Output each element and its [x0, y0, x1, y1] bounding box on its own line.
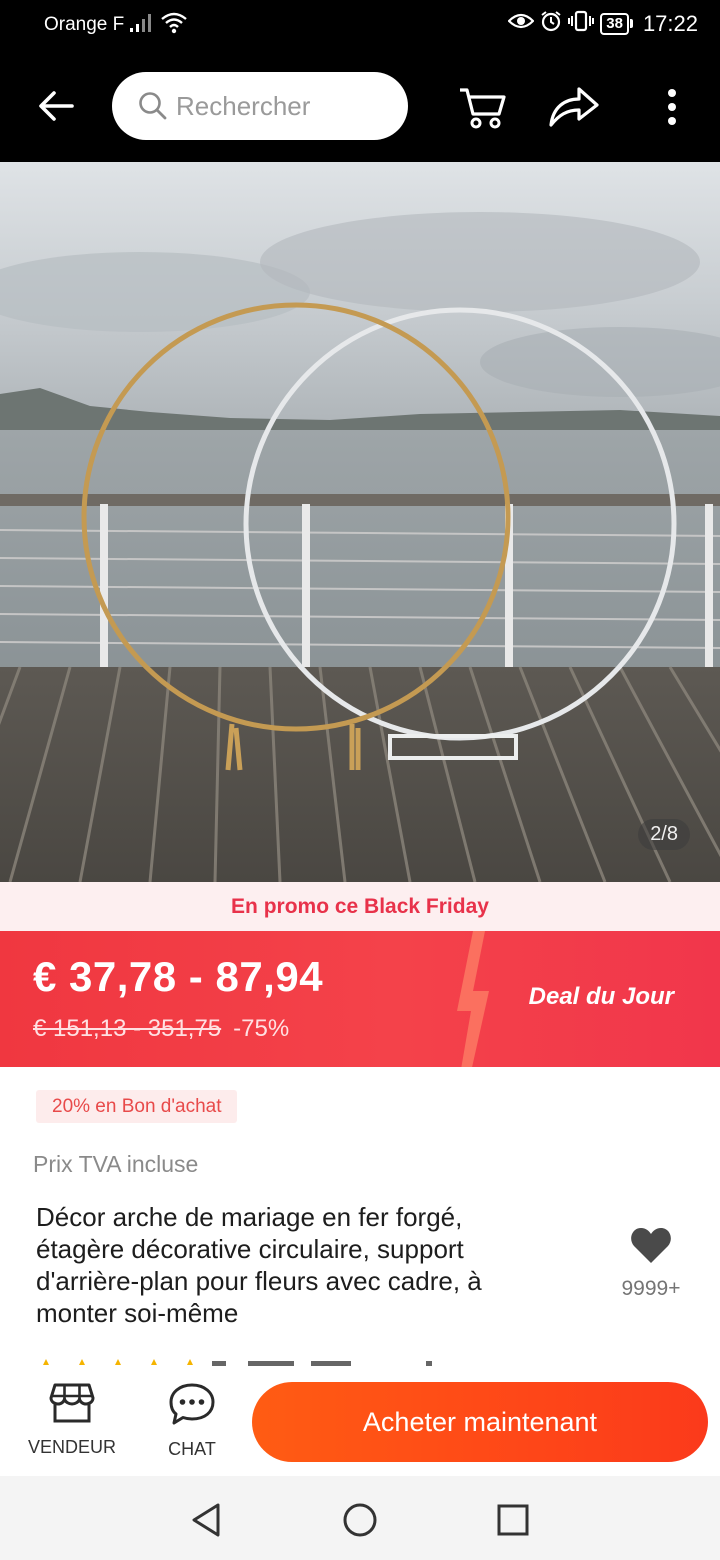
original-price-row: € 151,13 - 351,75 -75% — [33, 1015, 289, 1043]
heart-icon — [631, 1228, 671, 1263]
vendor-label: VENDEUR — [27, 1437, 116, 1457]
share-icon — [549, 87, 599, 127]
bottom-action-bar: VENDEUR CHAT Acheter maintenant — [0, 1366, 720, 1476]
signal-icon — [129, 12, 155, 39]
back-button[interactable] — [32, 82, 80, 130]
original-price: € 151,13 - 351,75 — [33, 1015, 222, 1042]
share-button[interactable] — [546, 80, 602, 134]
nav-home-button[interactable] — [340, 1500, 380, 1540]
clock: 17:22 — [642, 10, 698, 36]
square-recents-icon — [497, 1504, 529, 1536]
system-navigation-bar — [0, 1476, 720, 1560]
nav-recents-button[interactable] — [493, 1500, 533, 1540]
wishlist-button[interactable]: 9999+ — [612, 1226, 690, 1301]
nav-back-button[interactable] — [186, 1500, 226, 1540]
battery-icon: 38 — [600, 12, 633, 35]
image-counter: 2/8 — [638, 819, 690, 850]
promo-banner: En promo ce Black Friday — [0, 882, 720, 931]
promo-label: En promo ce Black Friday — [231, 894, 489, 918]
store-icon — [49, 1383, 95, 1423]
battery-level: 38 — [600, 12, 629, 35]
lightning-decoration-icon — [457, 931, 489, 1067]
search-placeholder: Rechercher — [176, 90, 311, 121]
product-title: Décor arche de mariage en fer forgé, éta… — [36, 1202, 482, 1328]
product-image[interactable]: 2/8 — [0, 162, 720, 882]
current-price: € 37,78 - 87,94 — [33, 953, 324, 1000]
circle-home-icon — [343, 1503, 377, 1537]
chat-icon — [169, 1383, 215, 1425]
coupon-label: 20% en Bon d'achat — [52, 1095, 222, 1117]
more-options-button[interactable] — [644, 80, 700, 134]
carrier-name: Orange F — [44, 14, 125, 35]
wishlist-count: 9999+ — [621, 1277, 681, 1300]
buy-now-label: Acheter maintenant — [362, 1406, 598, 1437]
triangle-back-icon — [192, 1503, 220, 1537]
search-icon — [139, 92, 167, 120]
chat-label: CHAT — [168, 1439, 216, 1459]
buy-now-button[interactable]: Acheter maintenant — [252, 1382, 708, 1462]
vendor-button[interactable]: VENDEUR — [24, 1382, 120, 1458]
eye-icon — [507, 11, 535, 36]
back-arrow-icon — [39, 91, 74, 121]
status-bar: Orange F 38 17:22 — [0, 0, 720, 52]
cart-icon — [460, 88, 506, 129]
tax-note: Prix TVA incluse — [33, 1151, 199, 1177]
cart-button[interactable] — [454, 80, 510, 134]
chat-button[interactable]: CHAT — [150, 1382, 234, 1460]
alarm-icon — [540, 10, 562, 37]
coupon-badge[interactable]: 20% en Bon d'achat — [36, 1090, 238, 1123]
rating-stars-cutoff — [36, 1354, 456, 1366]
more-vertical-icon — [668, 89, 676, 125]
price-banner: € 37,78 - 87,94 € 151,13 - 351,75 -75% D… — [0, 931, 720, 1067]
vibrate-icon — [568, 10, 595, 37]
deal-label: Deal du Jour — [528, 983, 674, 1010]
discount-badge: -75% — [233, 1015, 290, 1042]
search-input[interactable]: Rechercher — [112, 72, 408, 140]
app-bar: Rechercher — [0, 52, 720, 162]
wifi-icon — [160, 11, 188, 40]
